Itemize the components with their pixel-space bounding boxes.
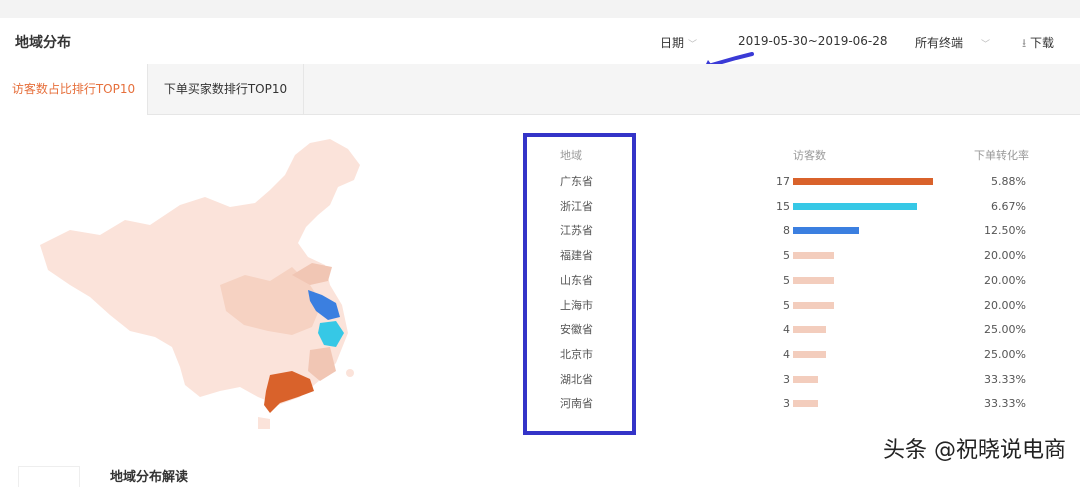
region-name: 河南省 xyxy=(560,397,593,411)
download-label: 下载 xyxy=(1030,36,1055,50)
terminal-dropdown[interactable]: 所有终端 ﹀ xyxy=(915,34,990,51)
visitor-count: 5 xyxy=(783,298,790,312)
visitor-count: 17 xyxy=(776,175,790,188)
region-name: 安徽省 xyxy=(560,323,593,337)
visitor-count: 4 xyxy=(783,347,790,361)
visitor-bar xyxy=(793,400,818,408)
visitor-count: 5 xyxy=(783,249,790,263)
conversion-rate: 20.00% xyxy=(984,273,1026,287)
header-bar: 地域分布 日期 ﹀ 2019-05-30~2019-06-28 所有终端 ﹀ ⭳ 下… xyxy=(0,18,1080,64)
visitor-bar xyxy=(793,252,835,260)
conversion-rate: 33.33% xyxy=(984,372,1026,386)
page-title: 地域分布 xyxy=(15,35,71,51)
map-taiwan xyxy=(346,369,354,377)
footer-thumbnail xyxy=(18,466,80,487)
conversion-rate: 20.00% xyxy=(984,298,1026,312)
conversion-rate: 25.00% xyxy=(984,347,1026,361)
visitor-bar xyxy=(793,301,835,309)
conversion-rate: 25.00% xyxy=(984,323,1026,337)
header-conversion: 下单转化率 xyxy=(974,149,1029,162)
header-visitors: 访客数 xyxy=(793,149,826,162)
china-region-map xyxy=(40,139,360,429)
date-range[interactable]: 2019-05-30~2019-06-28 xyxy=(738,34,888,48)
watermark-text: 头条 @祝晓说电商 xyxy=(883,438,1066,463)
conversion-rate: 6.67% xyxy=(991,199,1026,213)
visitor-bar xyxy=(793,178,933,185)
visitor-count: 4 xyxy=(783,323,790,337)
conversion-rate: 5.88% xyxy=(991,175,1026,188)
conversion-rate: 20.00% xyxy=(984,249,1026,263)
header-region: 地域 xyxy=(560,149,582,162)
region-name: 湖北省 xyxy=(560,372,593,386)
tab-visitor-share[interactable]: 访客数占比排行TOP10 xyxy=(0,64,148,115)
conversion-rate: 33.33% xyxy=(984,397,1026,411)
region-name: 北京市 xyxy=(560,347,593,361)
visitor-bar xyxy=(793,350,826,358)
region-name: 浙江省 xyxy=(560,199,593,213)
conversion-rate: 12.50% xyxy=(984,224,1026,238)
tab-bar: 访客数占比排行TOP10 下单买家数排行TOP10 xyxy=(0,64,1080,115)
region-name: 江苏省 xyxy=(560,224,593,238)
date-label: 日期 xyxy=(660,36,685,50)
visitor-count: 3 xyxy=(783,397,790,411)
visitor-count: 8 xyxy=(783,224,790,238)
visitor-count: 5 xyxy=(783,273,790,287)
visitor-bar xyxy=(793,276,835,284)
chevron-down-icon: ﹀ xyxy=(981,40,991,50)
visitor-bar xyxy=(793,375,818,383)
download-icon: ⭳ xyxy=(1022,36,1027,50)
terminal-label: 所有终端 xyxy=(915,36,964,50)
visitor-count: 3 xyxy=(783,372,790,386)
region-name: 福建省 xyxy=(560,249,593,263)
date-dropdown[interactable]: 日期 ﹀ xyxy=(660,34,697,51)
top-strip xyxy=(0,0,1080,19)
chevron-down-icon: ﹀ xyxy=(688,40,698,50)
footer-section-title: 地域分布解读 xyxy=(110,470,189,485)
download-button[interactable]: ⭳ 下载 xyxy=(1022,34,1054,55)
region-name: 上海市 xyxy=(560,298,593,312)
visitor-bar xyxy=(793,227,859,235)
visitor-bar xyxy=(793,326,826,334)
map-hainan xyxy=(258,417,270,429)
tab-order-buyers[interactable]: 下单买家数排行TOP10 xyxy=(148,64,304,114)
region-name: 山东省 xyxy=(560,273,593,287)
visitor-count: 15 xyxy=(776,199,790,213)
visitor-bar xyxy=(793,202,917,210)
region-name: 广东省 xyxy=(560,175,593,188)
